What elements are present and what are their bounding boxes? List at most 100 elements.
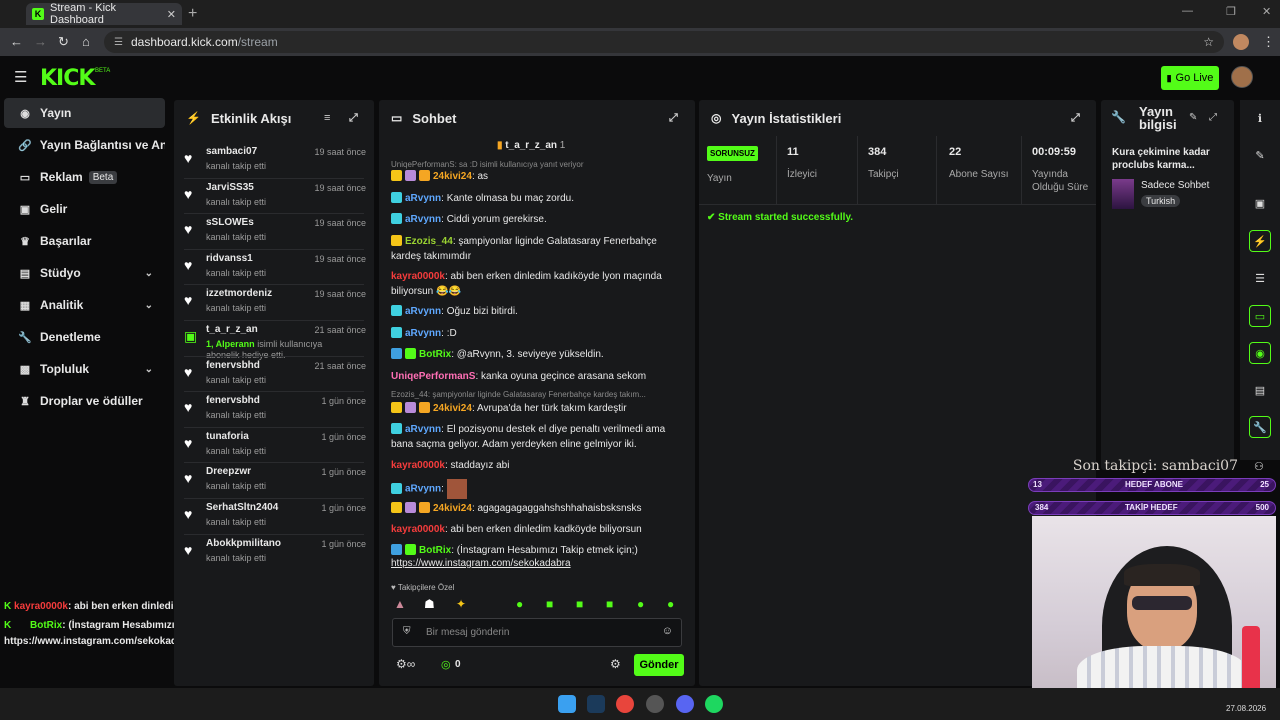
chat-username[interactable]: BotRix bbox=[419, 349, 451, 360]
popout-icon[interactable]: ⤢ bbox=[349, 112, 358, 125]
sidebar-item-topluluk[interactable]: ▩ Topluluk ⌄ bbox=[4, 354, 165, 384]
steam-icon[interactable] bbox=[587, 695, 605, 713]
chat-username[interactable]: 24kivi24 bbox=[433, 171, 472, 182]
emote-2-icon[interactable]: ■ bbox=[546, 597, 553, 611]
chat-username[interactable]: kayra0000k bbox=[391, 524, 445, 535]
chat-message[interactable]: kayra0000k: abi ben erken dinledim kadık… bbox=[391, 269, 681, 299]
sidebar-item-gelir[interactable]: ▣ Gelir bbox=[4, 194, 165, 224]
sidebar-item-denetleme[interactable]: 🔧 Denetleme bbox=[4, 322, 165, 352]
chat-username[interactable]: UniqePerformanS bbox=[391, 371, 475, 382]
chat-message[interactable]: 24kivi24: agagagagaggahshshhahaisbsksnsk… bbox=[391, 501, 681, 516]
back-icon[interactable]: ← bbox=[10, 34, 23, 49]
minimize-icon[interactable]: — bbox=[1182, 5, 1193, 17]
chat-username[interactable]: BotRix bbox=[419, 545, 451, 556]
event-item[interactable]: ▣ t_a_r_z_an 1, Alperann isimli kullanıcıy… bbox=[184, 322, 366, 360]
kick-logo[interactable]: KICK bbox=[40, 66, 95, 91]
send-button[interactable]: Gönder bbox=[634, 654, 684, 676]
event-user[interactable]: sSLOWEs bbox=[206, 217, 254, 228]
emote-5-icon[interactable]: ● bbox=[637, 597, 644, 611]
event-item[interactable]: ♥ sambaci07 kanalı takip etti 19 saat önce bbox=[184, 144, 366, 178]
event-user[interactable]: JarviSS35 bbox=[206, 182, 254, 193]
people-icon[interactable]: ⚇ bbox=[1254, 460, 1264, 473]
go-live-button[interactable]: ▮ Go Live bbox=[1161, 66, 1219, 90]
chat-message[interactable]: BotRix: (İnstagram Hesabımızı Takip etme… bbox=[391, 543, 681, 558]
browser-tab[interactable]: K Stream - Kick Dashboard ✕ bbox=[26, 2, 182, 26]
emote-6-icon[interactable]: ● bbox=[667, 597, 674, 611]
emote-1-icon[interactable]: ● bbox=[516, 597, 523, 611]
filter-icon[interactable]: ≡ bbox=[324, 112, 330, 124]
chat-username[interactable]: aRvynn bbox=[405, 214, 441, 225]
chat-message[interactable]: aRvynn: :D bbox=[391, 326, 681, 341]
chat-settings-icon[interactable]: ⚙ bbox=[610, 657, 621, 671]
maximize-icon[interactable]: ❐ bbox=[1226, 5, 1236, 18]
event-user[interactable]: t_a_r_z_an bbox=[206, 324, 258, 335]
event-item[interactable]: ♥ izzetmordeniz kanalı takip etti 19 saat ö… bbox=[184, 286, 366, 320]
chat-message[interactable]: aRvynn: bbox=[391, 479, 681, 499]
chat-message[interactable]: aRvynn: Ciddi yorum gerekirse. bbox=[391, 212, 681, 227]
sidebar-item-stream-link[interactable]: 🔗 Yayın Bağlantısı ve Anahtar bbox=[4, 130, 165, 160]
chat-username[interactable]: kayra0000k bbox=[391, 271, 445, 282]
popout-icon[interactable]: ⤢ bbox=[1209, 112, 1217, 123]
popout-icon[interactable]: ⤢ bbox=[1071, 112, 1080, 125]
chat-username[interactable]: aRvynn bbox=[405, 306, 441, 317]
home-icon[interactable]: ⌂ bbox=[82, 34, 90, 49]
windows-start-icon[interactable] bbox=[558, 695, 576, 713]
chat-icon[interactable]: ▭ bbox=[1249, 305, 1271, 327]
new-tab-icon[interactable]: + bbox=[188, 5, 197, 23]
spotify-icon[interactable] bbox=[705, 695, 723, 713]
emote-4-icon[interactable]: ■ bbox=[606, 597, 613, 611]
emoji-icon[interactable]: ☺ bbox=[662, 625, 673, 637]
obs-icon[interactable] bbox=[646, 695, 664, 713]
video-icon[interactable]: ▣ bbox=[1249, 192, 1271, 214]
chat-message[interactable]: aRvynn: Oğuz bizi bitirdi. bbox=[391, 304, 681, 319]
event-item[interactable]: ♥ Dreepzwr kanalı takip etti 1 gün önce bbox=[184, 464, 366, 498]
sidebar-item-droplar[interactable]: ♜ Droplar ve ödüller bbox=[4, 386, 165, 416]
chat-username[interactable]: aRvynn bbox=[405, 484, 441, 495]
chat-message[interactable]: kayra0000k: abi ben erken dinledim kadkö… bbox=[391, 522, 681, 537]
category-name[interactable]: Sadece Sohbet bbox=[1141, 180, 1209, 191]
chat-message[interactable]: Ezozis_44: şampiyonlar liginde Galatasar… bbox=[391, 234, 681, 264]
event-user[interactable]: sambaci07 bbox=[206, 146, 257, 157]
chat-message[interactable]: 24kivi24: as bbox=[391, 169, 681, 184]
emote-3-icon[interactable]: ■ bbox=[576, 597, 583, 611]
wrench-icon[interactable]: 🔧 bbox=[1249, 416, 1271, 438]
edit-icon[interactable]: ✎ bbox=[1189, 112, 1197, 123]
chat-username[interactable]: Ezozis_44 bbox=[405, 236, 453, 247]
chat-message[interactable]: aRvynn: Kante olmasa bu maç zordu. bbox=[391, 191, 681, 206]
sidebar-item-reklam[interactable]: ▭ Reklam Beta bbox=[4, 162, 165, 192]
emote-bulb-icon[interactable]: ✦ bbox=[456, 597, 466, 611]
event-user[interactable]: fenervsbhd bbox=[206, 360, 260, 371]
bookmark-star-icon[interactable]: ☆ bbox=[1203, 35, 1214, 49]
sidebar-item-yayin[interactable]: ◉ Yayın bbox=[4, 98, 165, 128]
sidebar-item-basarilar[interactable]: ♛ Başarılar bbox=[4, 226, 165, 256]
settings-icon[interactable]: ⚙∞ bbox=[396, 657, 415, 671]
event-user[interactable]: Dreepzwr bbox=[206, 466, 251, 477]
chat-message[interactable]: aRvynn: El pozisyonu destek el diye pena… bbox=[391, 422, 681, 452]
forward-icon[interactable]: → bbox=[34, 34, 47, 49]
chat-message[interactable]: 24kivi24: Avrupa'da her türk takım karde… bbox=[391, 401, 681, 416]
event-item[interactable]: ♥ Abokkpmilitano kanalı takip etti 1 gün ön… bbox=[184, 536, 366, 570]
event-user[interactable]: Abokkpmilitano bbox=[206, 538, 281, 549]
profile-avatar[interactable] bbox=[1233, 34, 1249, 50]
chat-username[interactable]: 24kivi24 bbox=[433, 403, 472, 414]
emote-ghost-icon[interactable]: ☗ bbox=[424, 597, 435, 611]
chat-message[interactable]: BotRix: @aRvynn, 3. seviyeye yükseldin. bbox=[391, 347, 681, 362]
event-user[interactable]: izzetmordeniz bbox=[206, 288, 272, 299]
event-item[interactable]: ♥ JarviSS35 kanalı takip etti 19 saat önce bbox=[184, 180, 366, 214]
user-avatar[interactable] bbox=[1231, 66, 1253, 88]
info-icon[interactable]: ℹ bbox=[1249, 107, 1271, 129]
sidebar-item-studyo[interactable]: ▤ Stüdyo ⌄ bbox=[4, 258, 165, 288]
event-user[interactable]: fenervsbhd bbox=[206, 395, 260, 406]
discord-icon[interactable] bbox=[676, 695, 694, 713]
event-user[interactable]: tunaforia bbox=[206, 431, 249, 442]
chat-username[interactable]: aRvynn bbox=[405, 328, 441, 339]
storage-icon[interactable]: ▤ bbox=[1249, 379, 1271, 401]
edit-icon[interactable]: ✎ bbox=[1249, 144, 1271, 166]
chat-username[interactable]: 24kivi24 bbox=[433, 503, 472, 514]
hamburger-menu-icon[interactable]: ☰ bbox=[14, 68, 27, 86]
lightning-icon[interactable]: ⚡ bbox=[1249, 230, 1271, 252]
popout-icon[interactable]: ⤢ bbox=[669, 112, 678, 125]
chat-message[interactable]: kayra0000k: staddayız abi bbox=[391, 458, 681, 473]
site-info-icon[interactable]: ☰ bbox=[114, 37, 123, 48]
list-icon[interactable]: ☰ bbox=[1249, 267, 1271, 289]
